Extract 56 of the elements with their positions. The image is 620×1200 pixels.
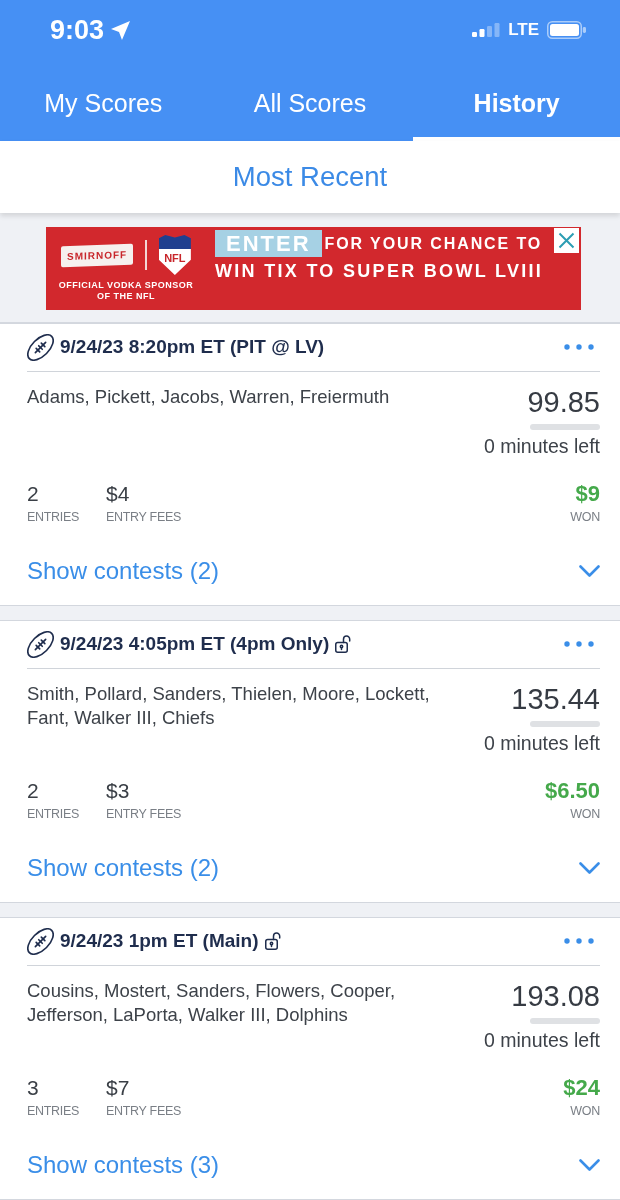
ellipsis-icon xyxy=(564,344,594,350)
player-list: Smith, Pollard, Sanders, Thielen, Moore, Lockett, Fant, Walker III, Chiefs xyxy=(27,682,473,754)
contest-title: 9/24/23 8:20pm ET (PIT @ LV) xyxy=(60,336,325,358)
fantasy-score: 193.08 xyxy=(511,980,600,1012)
entry-fees-label: ENTRY FEES xyxy=(106,806,182,822)
status-time: 9:03 xyxy=(50,14,105,46)
signal-icon xyxy=(472,23,501,37)
entries-label: ENTRIES xyxy=(27,1103,80,1119)
won-label: WON xyxy=(570,1103,600,1119)
location-arrow-icon xyxy=(111,20,131,40)
entry-fees-amount: $7 xyxy=(106,1077,130,1099)
contest-title: 9/24/23 1pm ET (Main) xyxy=(60,930,259,952)
football-icon xyxy=(27,927,54,955)
sponsor-text: OFFICIAL VODKA SPONSOR OF THE NFL xyxy=(57,280,195,302)
entry-fees-label: ENTRY FEES xyxy=(106,509,182,525)
network-type: LTE xyxy=(508,20,539,40)
tab[interactable]: All Scores xyxy=(206,60,414,141)
entry-fees-amount: $4 xyxy=(106,483,130,505)
fantasy-score: 99.85 xyxy=(527,386,600,418)
close-icon xyxy=(558,232,575,249)
entries-count: 2 xyxy=(27,483,39,505)
won-label: WON xyxy=(570,806,600,822)
entries-label: ENTRIES xyxy=(27,806,80,822)
ellipsis-icon xyxy=(564,938,594,944)
show-contests-button[interactable]: Show contests (2) xyxy=(27,852,600,884)
brand-logo: SMIRNOFF xyxy=(61,243,134,267)
player-list: Cousins, Mostert, Sanders, Flowers, Cooper, Jefferson, LaPorta, Walker III, Dolphins xyxy=(27,979,473,1051)
ad-headline: WIN TIX TO SUPER BOWL LVIII xyxy=(215,261,545,282)
won-label: WON xyxy=(570,509,600,525)
ad-banner[interactable]: SMIRNOFF NFL OFFICIAL VODKA SPONSOR OF THE NFL ENTER FOR YOUR CHANCE TO WIN TIX TO SUPER BOWL LVIII xyxy=(46,227,581,310)
shield-logo: NFL xyxy=(158,235,191,275)
battery-icon xyxy=(547,21,586,39)
tab[interactable]: My Scores xyxy=(0,60,207,141)
entries-count: 3 xyxy=(27,1077,39,1099)
time-left: 0 minutes left xyxy=(484,435,600,457)
player-list: Adams, Pickett, Jacobs, Warren, Freiermuth xyxy=(27,385,473,457)
won-amount: $9 xyxy=(575,483,600,505)
show-contests-button[interactable]: Show contests (3) xyxy=(27,1149,600,1181)
entries-label: ENTRIES xyxy=(27,509,80,525)
ellipsis-icon xyxy=(564,641,594,647)
contest-title: 9/24/23 4:05pm ET (4pm Only) xyxy=(60,633,330,655)
enter-label: ENTER xyxy=(215,230,322,257)
ad-close-button[interactable] xyxy=(554,228,579,253)
time-left: 0 minutes left xyxy=(484,732,600,754)
show-contests-button[interactable]: Show contests (2) xyxy=(27,555,600,587)
won-amount: $6.50 xyxy=(544,780,600,802)
won-amount: $24 xyxy=(563,1077,600,1099)
entries-count: 2 xyxy=(27,780,39,802)
football-icon xyxy=(27,630,54,658)
ad-headline: FOR YOUR CHANCE TO xyxy=(324,234,543,253)
entry-fees-label: ENTRY FEES xyxy=(106,1103,182,1119)
time-left: 0 minutes left xyxy=(484,1029,600,1051)
football-icon xyxy=(27,333,54,361)
fantasy-score: 135.44 xyxy=(511,683,600,715)
sort-button[interactable]: Most Recent xyxy=(232,161,388,193)
entry-fees-amount: $3 xyxy=(106,780,130,802)
